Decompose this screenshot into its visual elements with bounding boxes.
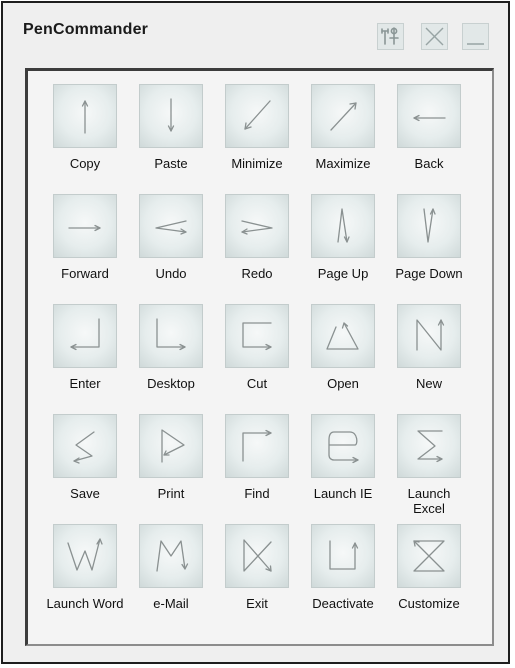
- gesture-label: Customize: [398, 596, 460, 611]
- gesture-print[interactable]: Print: [132, 414, 210, 524]
- gesture-find[interactable]: Find: [218, 414, 296, 524]
- arrow-right-icon: [68, 224, 101, 232]
- gesture-label: Page Up: [317, 266, 369, 281]
- gesture-page-up-icon: [337, 208, 350, 243]
- gesture-launch-excel-icon: [417, 430, 443, 463]
- gesture-label: Launch Excel: [407, 486, 451, 516]
- gesture-redo-icon: [241, 220, 273, 235]
- gesture-page-down-icon: [423, 208, 436, 243]
- gesture-enter-icon: [70, 318, 100, 351]
- gesture-label: Copy: [69, 156, 101, 171]
- gesture-label: e-Mail: [153, 596, 189, 611]
- gesture-label: Exit: [246, 596, 268, 611]
- minimize-button[interactable]: [462, 23, 489, 50]
- gesture-label: Find: [244, 486, 270, 501]
- gesture-label: Redo: [241, 266, 273, 281]
- gesture-back[interactable]: Back: [390, 84, 468, 194]
- gesture-label: Launch Word: [46, 596, 124, 611]
- gesture-customize[interactable]: Customize: [390, 524, 468, 634]
- gesture-email[interactable]: e-Mail: [132, 524, 210, 634]
- arrow-down-icon: [167, 98, 175, 132]
- gesture-copy[interactable]: Copy: [46, 84, 124, 194]
- gesture-open[interactable]: Open: [304, 304, 382, 414]
- gesture-label: Paste: [154, 156, 188, 171]
- gesture-label: New: [415, 376, 442, 391]
- gesture-panel: Copy Paste Minimize Maximize Back Forwar…: [25, 68, 494, 646]
- gesture-new-icon: [416, 319, 445, 351]
- close-icon: [425, 27, 444, 46]
- gesture-forward[interactable]: Forward: [46, 194, 124, 304]
- gesture-launch-word-icon: [67, 538, 103, 571]
- gesture-redo[interactable]: Redo: [218, 194, 296, 304]
- gesture-desktop[interactable]: Desktop: [132, 304, 210, 414]
- gesture-minimize[interactable]: Minimize: [218, 84, 296, 194]
- gesture-deactivate-icon: [329, 540, 359, 570]
- gesture-maximize[interactable]: Maximize: [304, 84, 382, 194]
- tools-icon: [381, 27, 399, 45]
- gesture-label: Undo: [155, 266, 187, 281]
- close-button[interactable]: [421, 23, 448, 50]
- gesture-print-icon: [161, 429, 185, 463]
- arrow-up-right-icon: [330, 102, 357, 131]
- gesture-label: Open: [327, 376, 359, 391]
- gesture-save[interactable]: Save: [46, 414, 124, 524]
- gesture-label: Forward: [61, 266, 109, 281]
- gesture-label: Minimize: [231, 156, 283, 171]
- pencommander-window: PenCommander Copy Paste Minimize Maximiz…: [1, 1, 510, 664]
- gesture-open-icon: [326, 322, 359, 350]
- gesture-launch-ie[interactable]: Launch IE: [304, 414, 382, 524]
- gesture-cut-icon: [242, 322, 272, 351]
- gesture-cut[interactable]: Cut: [218, 304, 296, 414]
- tools-button[interactable]: [377, 23, 404, 50]
- gesture-new[interactable]: New: [390, 304, 468, 414]
- gesture-paste[interactable]: Paste: [132, 84, 210, 194]
- gesture-exit-icon: [243, 539, 272, 572]
- window-title: PenCommander: [23, 21, 149, 38]
- arrow-left-icon: [413, 114, 446, 122]
- arrow-down-left-icon: [244, 100, 271, 130]
- gesture-label: Deactivate: [312, 596, 374, 611]
- gesture-find-icon: [242, 429, 272, 462]
- gesture-page-down[interactable]: Page Down: [390, 194, 468, 304]
- gesture-label: Enter: [69, 376, 101, 391]
- gesture-page-up[interactable]: Page Up: [304, 194, 382, 304]
- gesture-label: Cut: [246, 376, 268, 391]
- minimize-icon: [467, 43, 484, 45]
- gesture-launch-ie-icon: [328, 431, 359, 464]
- gesture-label: Print: [157, 486, 185, 501]
- gesture-label: Desktop: [147, 376, 195, 391]
- gesture-label: Save: [70, 486, 100, 501]
- gesture-exit[interactable]: Exit: [218, 524, 296, 634]
- gesture-deactivate[interactable]: Deactivate: [304, 524, 382, 634]
- gesture-label: Back: [414, 156, 444, 171]
- gesture-desktop-icon: [156, 318, 186, 351]
- gesture-label: Launch IE: [313, 486, 373, 501]
- gesture-undo[interactable]: Undo: [132, 194, 210, 304]
- gesture-label: Page Down: [395, 266, 463, 281]
- arrow-up-icon: [81, 100, 89, 134]
- gesture-label: Maximize: [315, 156, 371, 171]
- gesture-undo-icon: [155, 220, 187, 235]
- gesture-save-icon: [73, 431, 95, 464]
- gesture-customize-icon: [413, 540, 445, 572]
- gesture-email-icon: [156, 540, 189, 572]
- gesture-launch-excel[interactable]: Launch Excel: [390, 414, 468, 524]
- gesture-enter[interactable]: Enter: [46, 304, 124, 414]
- gesture-launch-word[interactable]: Launch Word: [46, 524, 124, 634]
